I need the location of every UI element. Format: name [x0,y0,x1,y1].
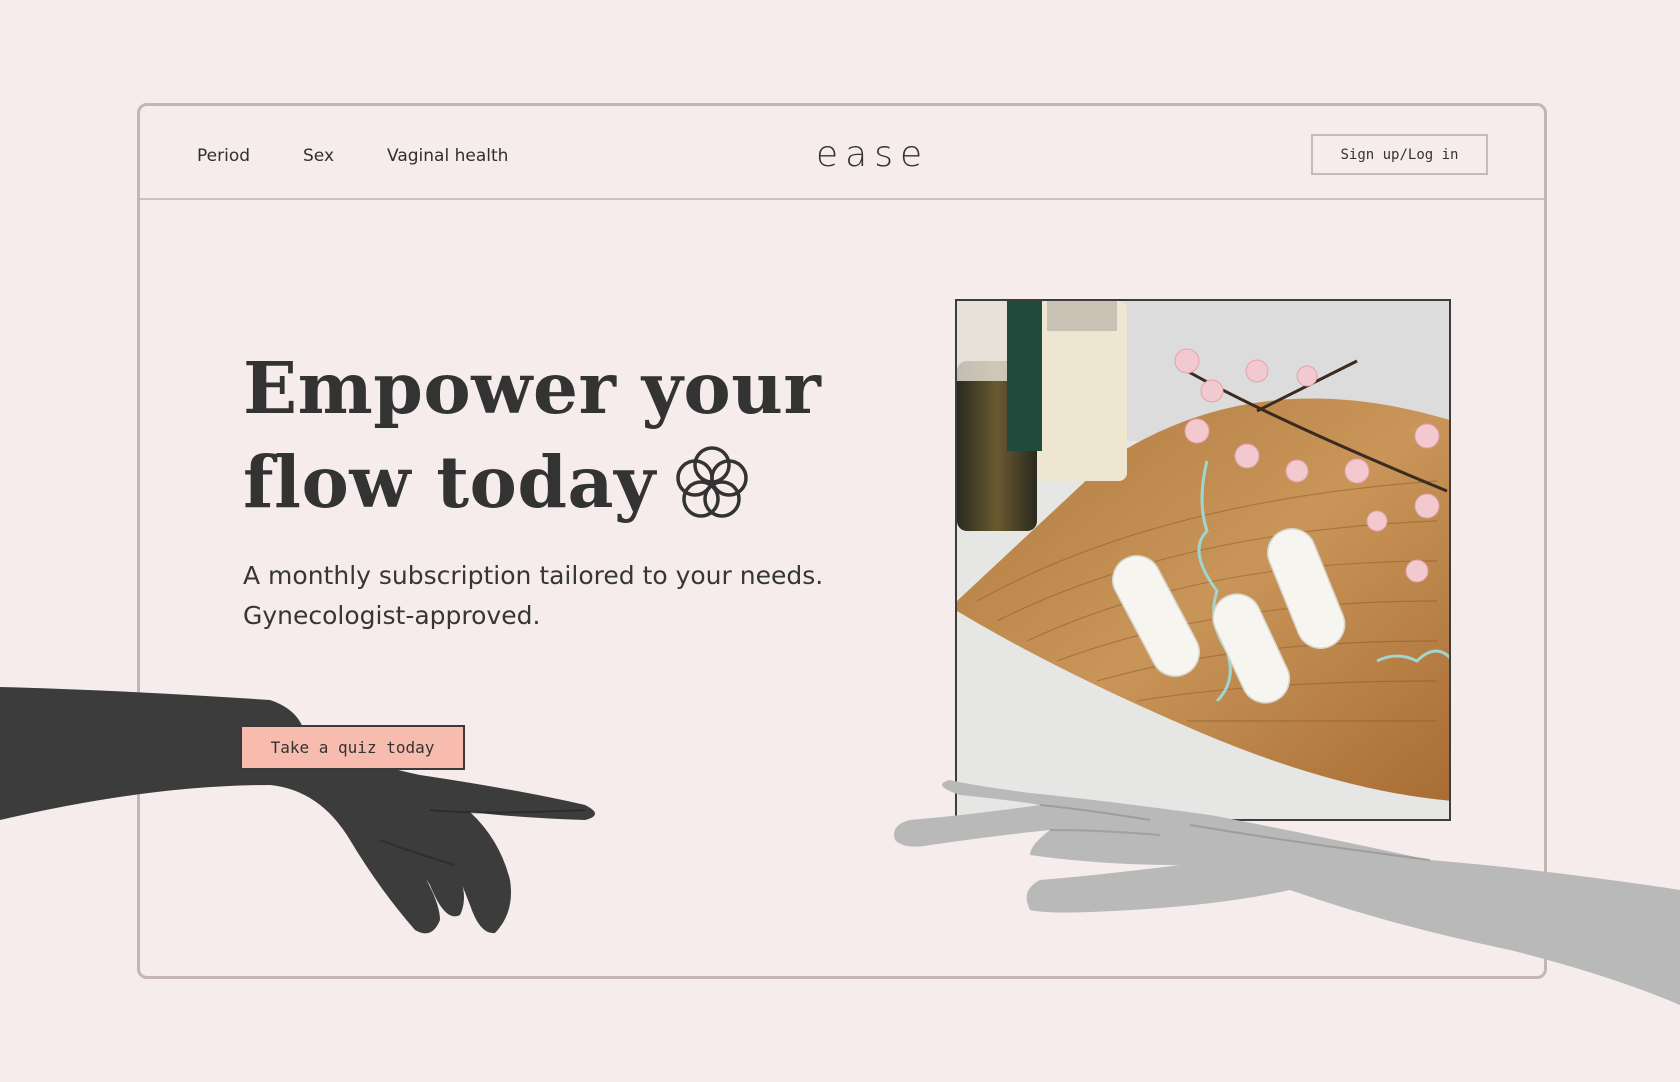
left-hand-illustration [0,687,595,934]
subtitle-line-2: Gynecologist-approved. [243,601,541,630]
nav-sex[interactable]: Sex [303,146,334,166]
logo[interactable]: ease [816,134,929,175]
main-nav: Period Sex Vaginal health [197,146,508,166]
headline-line-2: flow today [243,435,821,529]
take-quiz-button[interactable]: Take a quiz today [240,725,465,770]
headline-line-2-text: flow today [243,440,656,524]
right-hand-illustration [894,780,1680,1005]
subtitle-line-1: A monthly subscription tailored to your … [243,561,824,590]
product-photo [955,299,1451,821]
site-header: Period Sex Vaginal health ease Sign up/L… [140,106,1544,200]
flower-icon [676,445,748,518]
nav-vaginal-health[interactable]: Vaginal health [387,146,508,166]
product-photo-illustration [957,301,1449,819]
signup-login-button[interactable]: Sign up/Log in [1311,134,1488,175]
nav-period[interactable]: Period [197,146,250,166]
hero-subtitle: A monthly subscription tailored to your … [243,556,863,636]
headline-line-1: Empower your [243,346,822,430]
hero-headline: Empower your flow today [243,341,821,529]
